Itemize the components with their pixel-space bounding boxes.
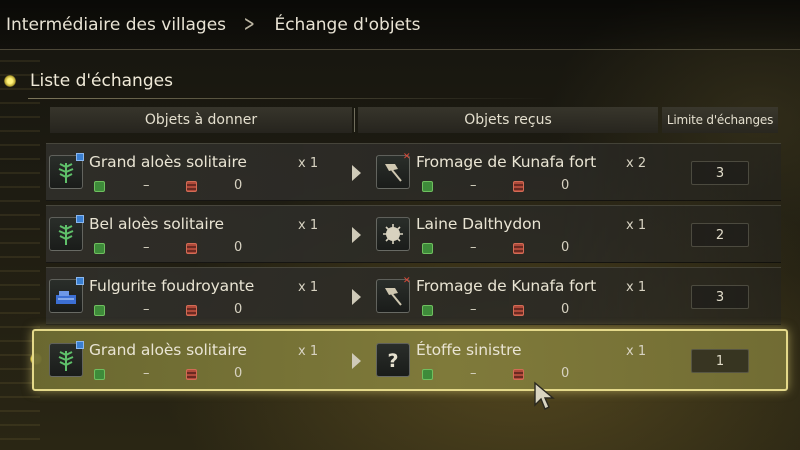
badge-icon (76, 341, 84, 349)
give-item-name: Bel aloès solitaire (89, 215, 224, 233)
receive-item-qty: x 2 (626, 156, 647, 171)
box-stock-icon (94, 181, 105, 192)
trade-limit: 2 (691, 223, 749, 247)
pouch-stock-icon (513, 181, 524, 192)
section-title: Liste d'échanges (30, 71, 173, 91)
box-stock-value: – (143, 302, 150, 317)
receive-item-name: Fromage de Kunafa fort (416, 153, 597, 171)
receive-item-qty: x 1 (626, 280, 647, 295)
receive-item-qty: x 1 (626, 344, 647, 359)
breadcrumb-current: Échange d'objets (274, 14, 421, 35)
receive-item-qty: x 1 (626, 218, 647, 233)
trade-limit: 1 (691, 349, 749, 373)
pouch-stock-value: 0 (561, 366, 570, 381)
box-stock-value: – (470, 178, 477, 193)
arrow-right-icon (352, 353, 361, 369)
wool-icon (376, 217, 410, 251)
pouch-stock-value: 0 (234, 178, 243, 193)
trade-row-selected[interactable]: Grand aloès solitaire x 1 – 0 ? Étoffe s… (32, 329, 788, 391)
box-stock-value: – (470, 302, 477, 317)
arrow-right-icon (352, 165, 361, 181)
box-stock-icon (422, 305, 433, 316)
pouch-stock-icon (186, 243, 197, 254)
column-header-limit: Limite d'échanges (662, 107, 778, 133)
column-header-receive: Objets reçus (358, 107, 658, 133)
chevron-right-icon: > (243, 12, 255, 37)
pouch-stock-icon (513, 305, 524, 316)
pouch-stock-value: 0 (561, 302, 570, 317)
give-item-qty: x 1 (298, 218, 319, 233)
give-item-name: Grand aloès solitaire (89, 153, 247, 171)
box-stock-icon (422, 369, 433, 380)
trade-row[interactable]: Fulgurite foudroyante x 1 – 0 ✕ Fromage … (46, 267, 781, 325)
box-stock-icon (94, 305, 105, 316)
pouch-stock-value: 0 (234, 302, 243, 317)
receive-item-name: Laine Dalthydon (416, 215, 542, 233)
box-stock-icon (422, 181, 433, 192)
cross-icon: ✕ (403, 152, 411, 162)
arrow-right-icon (352, 289, 361, 305)
cross-icon: ✕ (403, 276, 411, 286)
box-stock-value: – (143, 366, 150, 381)
trade-row[interactable]: Grand aloès solitaire x 1 – 0 ✕ Fromage … (46, 143, 781, 201)
trade-limit: 3 (691, 285, 749, 309)
pouch-stock-value: 0 (234, 240, 243, 255)
give-item-qty: x 1 (298, 280, 319, 295)
pouch-stock-value: 0 (561, 178, 570, 193)
divider (28, 98, 548, 99)
receive-item-name: Fromage de Kunafa fort (416, 277, 597, 295)
breadcrumb-parent[interactable]: Intermédiaire des villages (6, 15, 226, 35)
pouch-stock-icon (186, 305, 197, 316)
badge-icon (76, 215, 84, 223)
arrow-right-icon (352, 227, 361, 243)
pouch-stock-icon (186, 181, 197, 192)
give-item-qty: x 1 (298, 156, 319, 171)
pouch-stock-value: 0 (234, 366, 243, 381)
give-item-name: Grand aloès solitaire (89, 341, 247, 359)
pouch-stock-icon (513, 243, 524, 254)
trade-limit: 3 (691, 161, 749, 185)
svg-text:?: ? (387, 350, 398, 372)
box-stock-icon (422, 243, 433, 254)
column-header-give: Objets à donner (50, 107, 352, 133)
box-stock-value: – (143, 240, 150, 255)
give-item-name: Fulgurite foudroyante (89, 277, 255, 295)
badge-icon (76, 277, 84, 285)
give-item-qty: x 1 (298, 344, 319, 359)
section-header: Liste d'échanges (4, 66, 173, 96)
pouch-stock-icon (186, 369, 197, 380)
pointer-cursor-icon (534, 381, 555, 410)
question-mark-icon: ? (376, 343, 410, 377)
box-stock-value: – (470, 366, 477, 381)
receive-item-name: Étoffe sinistre (416, 341, 522, 359)
box-stock-value: – (143, 178, 150, 193)
section-bullet-icon (4, 75, 16, 87)
breadcrumb: Intermédiaire des villages > Échange d'o… (0, 0, 800, 50)
divider (354, 108, 355, 132)
box-stock-icon (94, 369, 105, 380)
trade-row[interactable]: Bel aloès solitaire x 1 – 0 Laine Dalthy… (46, 205, 781, 263)
pouch-stock-value: 0 (561, 240, 570, 255)
badge-icon (76, 153, 84, 161)
pouch-stock-icon (513, 369, 524, 380)
box-stock-value: – (470, 240, 477, 255)
box-stock-icon (94, 243, 105, 254)
